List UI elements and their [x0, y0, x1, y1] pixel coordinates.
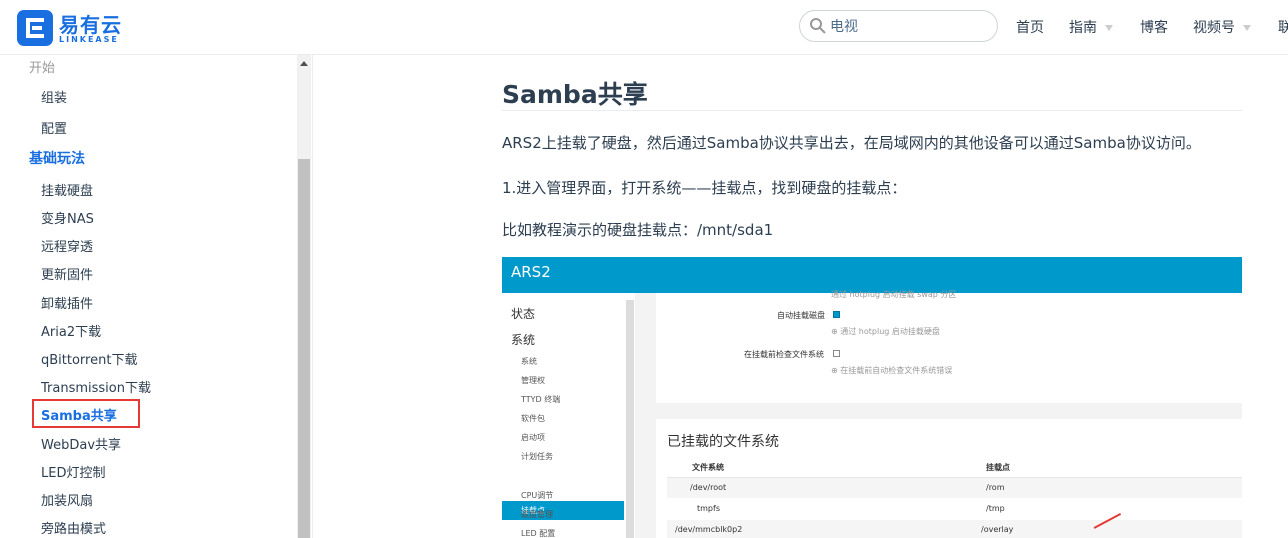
nav-contact-link[interactable]: 联: [1278, 17, 1288, 37]
nav-home-link[interactable]: 首页: [1016, 17, 1044, 37]
sidebar-group-start[interactable]: 开始: [29, 57, 55, 76]
sidebar-item-firmware[interactable]: 更新固件: [41, 264, 93, 283]
luci-panel-title: 已挂载的文件系统: [667, 434, 779, 450]
luci-menu-status: 状态: [511, 307, 536, 321]
luci-sub-item: CPU调节: [521, 491, 554, 500]
luci-sub-item: 磁盘管理: [521, 510, 553, 519]
luci-brand: ARS2: [511, 263, 551, 281]
sidebar-item-fan[interactable]: 加装风扇: [41, 490, 93, 509]
nav-video-dropdown[interactable]: 视频号: [1193, 17, 1251, 37]
sidebar-group-basic[interactable]: 基础玩法: [29, 148, 85, 168]
luci-table-cell: /rom: [986, 483, 1005, 492]
luci-table-header: 文件系统 挂载点: [667, 457, 1242, 478]
luci-sub-item: 管理权: [521, 376, 545, 385]
sidebar-scroll-thumb[interactable]: [298, 159, 310, 538]
content-paragraph-intro: ARS2上挂载了硬盘，然后通过Samba协议共享出去，在局域网内的其他设备可以通…: [502, 134, 1201, 152]
luci-top-hint: 通过 hotplug 启动挂载 swap 分区: [831, 290, 957, 299]
content-paragraph-example: 比如教程演示的硬盘挂载点：/mnt/sda1: [502, 221, 774, 239]
page-title: Samba共享: [502, 80, 648, 109]
luci-options-panel: 通过 hotplug 启动挂载 swap 分区 自动挂载磁盘 ⊕ 通过 hotp…: [656, 290, 1242, 403]
luci-menu-scrollbar: [626, 300, 634, 538]
chevron-down-icon: [1105, 25, 1113, 31]
luci-option-hint: ⊕ 通过 hotplug 启动挂载硬盘: [831, 327, 940, 336]
nav-blog-link[interactable]: 博客: [1140, 17, 1168, 37]
highlight-annotation-box: [32, 399, 140, 428]
luci-table-row: /dev/mmcblk0p2 /overlay: [667, 520, 1242, 538]
luci-table-cell: /overlay: [981, 525, 1014, 534]
sidebar: 开始 组装 配置 基础玩法 挂载硬盘 变身NAS 远程穿透 更新固件 卸载插件 …: [0, 55, 313, 538]
search-input[interactable]: [830, 14, 990, 38]
sidebar-item-assemble[interactable]: 组装: [41, 87, 67, 106]
search-box[interactable]: [799, 10, 998, 42]
luci-option-label: 在挂载前检查文件系统: [744, 350, 824, 359]
sidebar-item-led[interactable]: LED灯控制: [41, 462, 105, 481]
luci-table-header-cell: 挂载点: [986, 463, 1010, 472]
luci-side-menu: 状态 系统 系统 管理权 TTYD 终端 软件包 启动项 计划任务 挂载点 CP…: [502, 293, 635, 538]
site-logo-name[interactable]: 易有云: [59, 9, 122, 38]
luci-sub-item: 计划任务: [521, 452, 553, 461]
luci-sub-item: LED 配置: [521, 529, 556, 538]
sidebar-item-aria2[interactable]: Aria2下载: [41, 321, 101, 340]
luci-menu-system: 系统: [511, 333, 536, 347]
luci-table-cell: /dev/root: [690, 483, 727, 492]
sidebar-item-transmission[interactable]: Transmission下载: [41, 377, 151, 396]
luci-table-cell: /tmp: [986, 504, 1005, 513]
sidebar-item-qbittorrent[interactable]: qBittorrent下载: [41, 349, 137, 368]
site-logo-subtitle: LINKEASE: [59, 35, 119, 44]
top-navbar: 易有云 LINKEASE 首页 指南 博客 视频号 联: [0, 0, 1288, 55]
chevron-down-icon: [1243, 25, 1251, 31]
sidebar-scrollbar[interactable]: [297, 55, 311, 538]
nav-guide-dropdown[interactable]: 指南: [1069, 17, 1113, 37]
sidebar-item-config[interactable]: 配置: [41, 118, 67, 137]
sidebar-item-nas[interactable]: 变身NAS: [41, 208, 94, 227]
sidebar-item-mount-disk[interactable]: 挂载硬盘: [41, 180, 93, 199]
luci-mounted-panel: 已挂载的文件系统 文件系统 挂载点 /dev/root /rom tmpfs /…: [656, 419, 1242, 538]
luci-sub-item: 启动项: [521, 433, 545, 442]
luci-sub-item: TTYD 终端: [521, 395, 561, 404]
luci-header-bar: ARS2: [502, 257, 1242, 293]
luci-option-hint: ⊕ 在挂载前自动检查文件系统错误: [831, 366, 953, 375]
luci-table-header-cell: 文件系统: [692, 463, 724, 472]
luci-table-row: /dev/root /rom: [667, 478, 1242, 498]
luci-sub-item: 系统: [521, 357, 537, 366]
checkbox-checked-icon: [833, 311, 840, 318]
sidebar-item-uninstall[interactable]: 卸载插件: [41, 293, 93, 312]
luci-table-cell: tmpfs: [697, 504, 720, 513]
sidebar-item-remote[interactable]: 远程穿透: [41, 236, 93, 255]
scroll-up-arrow-icon[interactable]: [300, 61, 308, 66]
title-divider: [502, 110, 1242, 111]
linkease-logo-icon[interactable]: [17, 10, 53, 46]
checkbox-empty-icon: [833, 350, 840, 357]
sidebar-item-webdav[interactable]: WebDav共享: [41, 434, 121, 453]
luci-option-label: 自动挂载磁盘: [777, 311, 825, 320]
sidebar-item-bypass[interactable]: 旁路由模式: [41, 518, 106, 537]
luci-table-row: tmpfs /tmp: [667, 499, 1242, 519]
tutorial-screenshot-image: ARS2 状态 系统 系统 管理权 TTYD 终端 软件包 启动项 计划任务 挂…: [502, 257, 1242, 538]
luci-table-cell: /dev/mmcblk0p2: [675, 525, 743, 534]
search-icon: [810, 18, 826, 34]
content-paragraph-step1: 1.进入管理界面，打开系统——挂载点，找到硬盘的挂载点：: [502, 179, 907, 197]
luci-sub-item: 软件包: [521, 414, 545, 423]
